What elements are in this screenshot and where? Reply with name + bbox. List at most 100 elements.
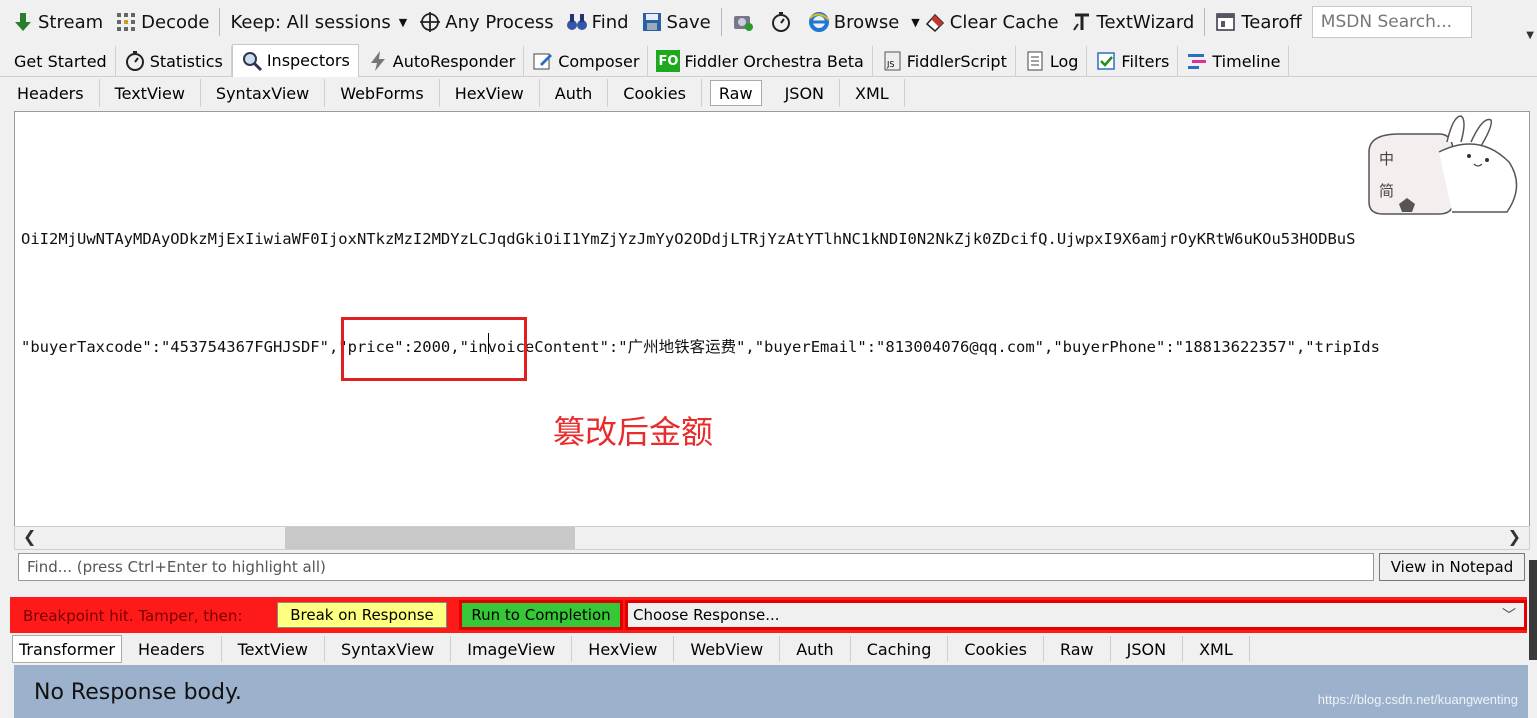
scrollbar-thumb[interactable] bbox=[285, 527, 575, 549]
dropdown-arrow-icon: ▼ bbox=[911, 15, 920, 29]
resp-tab-raw[interactable]: Raw bbox=[1044, 636, 1111, 662]
stream-arrow-icon bbox=[12, 11, 34, 33]
log-document-icon bbox=[1024, 50, 1046, 72]
decode-button[interactable]: Decode bbox=[109, 6, 215, 38]
save-disk-icon bbox=[641, 11, 663, 33]
browse-button[interactable]: Browse bbox=[802, 6, 906, 38]
screenshot-button[interactable] bbox=[726, 6, 764, 38]
timeline-bars-icon bbox=[1186, 50, 1208, 72]
main-tabs: Get Started Statistics Inspectors AutoRe… bbox=[0, 43, 1537, 77]
any-process-button[interactable]: Any Process bbox=[413, 6, 559, 38]
tearoff-button[interactable]: Tearoff bbox=[1209, 6, 1307, 38]
resp-tab-auth[interactable]: Auth bbox=[780, 636, 851, 662]
req-tab-cookies[interactable]: Cookies bbox=[608, 79, 702, 107]
tab-fiddler-orchestra[interactable]: FO Fiddler Orchestra Beta bbox=[648, 46, 873, 76]
scroll-right-icon[interactable]: ❯ bbox=[1508, 527, 1521, 546]
response-body-panel: No Response body. https://blog.csdn.net/… bbox=[14, 665, 1528, 718]
dropdown-arrow-icon: ▼ bbox=[398, 15, 408, 29]
crosshair-icon bbox=[419, 11, 441, 33]
toolbar-separator bbox=[219, 8, 221, 36]
tab-timeline[interactable]: Timeline bbox=[1178, 46, 1290, 76]
ime-char-zhong: 中 bbox=[1379, 150, 1395, 168]
tab-get-started[interactable]: Get Started bbox=[0, 46, 116, 76]
view-in-notepad-button[interactable]: View in Notepad bbox=[1379, 553, 1525, 581]
camera-plus-icon bbox=[732, 11, 754, 33]
clear-cache-dropdown[interactable]: ▼ Clear Cache bbox=[905, 6, 1064, 38]
breakpoint-bar: Breakpoint hit. Tamper, then: Break on R… bbox=[10, 597, 1527, 633]
toolbar-overflow-icon[interactable]: ▼ bbox=[1526, 30, 1534, 41]
keep-sessions-dropdown[interactable]: Keep: All sessions ▼ bbox=[224, 6, 413, 38]
resp-tab-hexview[interactable]: HexView bbox=[572, 636, 675, 662]
resp-tab-headers[interactable]: Headers bbox=[122, 636, 222, 662]
resp-tab-imageview[interactable]: ImageView bbox=[451, 636, 573, 662]
req-tab-auth[interactable]: Auth bbox=[540, 79, 609, 107]
req-tab-xml[interactable]: XML bbox=[840, 79, 905, 107]
resp-tab-textview[interactable]: TextView bbox=[222, 636, 325, 662]
resp-tab-webview[interactable]: WebView bbox=[674, 636, 781, 662]
req-tab-syntaxview[interactable]: SyntaxView bbox=[201, 79, 326, 107]
no-response-body-text: No Response body. bbox=[34, 680, 242, 705]
main-toolbar: Stream Decode Keep: All sessions ▼ Any P… bbox=[0, 0, 1537, 44]
fo-badge-icon: FO bbox=[656, 50, 681, 72]
window-edge bbox=[1529, 560, 1537, 660]
response-inspector-tabs: Transformer Headers TextView SyntaxView … bbox=[0, 635, 1537, 663]
chevron-down-icon: ﹀ bbox=[1502, 608, 1516, 624]
tab-statistics[interactable]: Statistics bbox=[116, 46, 232, 76]
ie-browser-icon bbox=[808, 11, 830, 33]
tab-autoresponder[interactable]: AutoResponder bbox=[359, 46, 525, 76]
save-button[interactable]: Save bbox=[635, 6, 717, 38]
eraser-icon bbox=[924, 11, 946, 33]
resp-tab-transformer[interactable]: Transformer bbox=[12, 635, 123, 663]
msdn-search-input[interactable]: MSDN Search... bbox=[1311, 6, 1472, 38]
textwizard-t-icon bbox=[1071, 11, 1093, 33]
timer-button[interactable] bbox=[764, 6, 802, 38]
magnifier-icon bbox=[241, 50, 263, 72]
checkbox-checked-icon bbox=[1095, 50, 1117, 72]
price-highlight-box bbox=[341, 317, 527, 381]
req-tab-headers[interactable]: Headers bbox=[0, 79, 100, 107]
textwizard-button[interactable]: TextWizard bbox=[1065, 6, 1201, 38]
decode-grid-icon bbox=[115, 11, 137, 33]
stopwatch-icon bbox=[124, 50, 146, 72]
find-input[interactable]: Find... (press Ctrl+Enter to highlight a… bbox=[18, 553, 1374, 581]
req-tab-json[interactable]: JSON bbox=[770, 79, 840, 107]
toolbar-separator bbox=[1204, 8, 1206, 36]
tab-composer[interactable]: Composer bbox=[524, 46, 649, 76]
tearoff-window-icon bbox=[1215, 11, 1237, 33]
break-on-response-button[interactable]: Break on Response bbox=[277, 602, 447, 628]
req-tab-webforms[interactable]: WebForms bbox=[325, 79, 440, 107]
js-script-icon: JS bbox=[881, 50, 903, 72]
raw-text-line: "buyerTaxcode":"453754367FGHJSDF","price… bbox=[21, 338, 1380, 356]
ime-bunny-sticker: 中 简 bbox=[1359, 112, 1529, 217]
resp-tab-cookies[interactable]: Cookies bbox=[948, 636, 1044, 662]
tab-fiddlerscript[interactable]: JS FiddlerScript bbox=[873, 46, 1016, 76]
binoculars-icon bbox=[566, 11, 588, 33]
resp-tab-syntaxview[interactable]: SyntaxView bbox=[325, 636, 452, 662]
resp-tab-caching[interactable]: Caching bbox=[851, 636, 949, 662]
horizontal-scrollbar[interactable]: ❮ ❯ bbox=[14, 526, 1530, 550]
svg-text:JS: JS bbox=[886, 60, 894, 69]
request-inspector-tabs: Headers TextView SyntaxView WebForms Hex… bbox=[0, 78, 1537, 108]
tab-filters[interactable]: Filters bbox=[1087, 46, 1179, 76]
raw-request-textarea[interactable]: OiI2MjUwNTAyMDAyODkzMjExIiwiaWF0IjoxNTkz… bbox=[14, 111, 1530, 527]
req-tab-raw[interactable]: Raw bbox=[709, 80, 762, 106]
resp-tab-xml[interactable]: XML bbox=[1183, 636, 1250, 662]
resp-tab-json[interactable]: JSON bbox=[1111, 636, 1184, 662]
ime-char-jian: 简 bbox=[1379, 182, 1395, 200]
lightning-icon bbox=[367, 50, 389, 72]
req-tab-textview[interactable]: TextView bbox=[100, 79, 201, 107]
req-tab-hexview[interactable]: HexView bbox=[440, 79, 540, 107]
breakpoint-label: Breakpoint hit. Tamper, then: bbox=[23, 607, 243, 625]
tab-log[interactable]: Log bbox=[1016, 46, 1088, 76]
choose-response-select[interactable]: Choose Response... ﹀ bbox=[625, 600, 1527, 630]
tab-inspectors[interactable]: Inspectors bbox=[231, 43, 359, 77]
scroll-left-icon[interactable]: ❮ bbox=[23, 527, 36, 546]
toolbar-separator bbox=[720, 8, 722, 36]
stream-button[interactable]: Stream bbox=[6, 6, 109, 38]
csdn-watermark: https://blog.csdn.net/kuangwenting bbox=[1317, 692, 1518, 707]
composer-pencil-icon bbox=[532, 50, 554, 72]
run-to-completion-button[interactable]: Run to Completion bbox=[459, 600, 623, 630]
text-caret bbox=[488, 333, 489, 354]
raw-text-line: OiI2MjUwNTAyMDAyODkzMjExIiwiaWF0IjoxNTkz… bbox=[21, 230, 1356, 248]
find-button[interactable]: Find bbox=[560, 6, 635, 38]
